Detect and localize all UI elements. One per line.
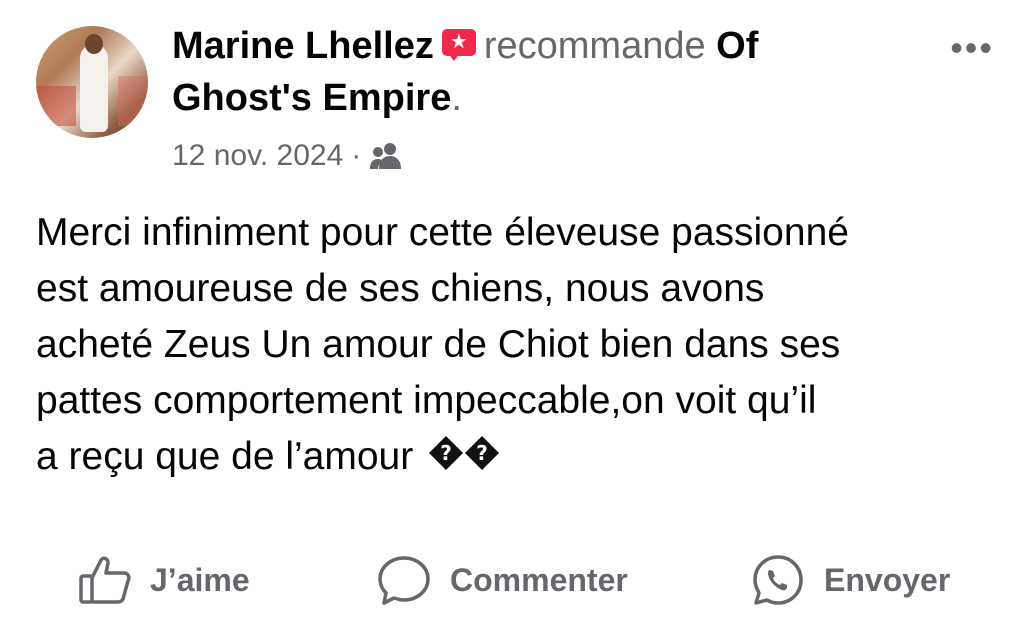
comment-button[interactable]: Commenter bbox=[376, 550, 628, 610]
like-button[interactable]: J’aime bbox=[78, 550, 250, 610]
post-actions-bar: J’aime Commenter Envoyer bbox=[0, 550, 1024, 610]
send-button[interactable]: Envoyer bbox=[750, 550, 950, 610]
post-text-line: acheté Zeus Un amour de Chiot bien dans … bbox=[36, 323, 841, 366]
post-text-line: pattes comportement impeccable,on voit q… bbox=[36, 379, 817, 422]
more-options-icon[interactable]: ••• bbox=[950, 30, 994, 66]
post-card: Marine Lhellez ★ recommande Of Ghost's Emp… bbox=[0, 0, 1024, 639]
avatar-bg-shape bbox=[118, 76, 148, 126]
page-name-line2[interactable]: Ghost's Empire bbox=[172, 77, 451, 119]
svg-text:?: ? bbox=[440, 441, 452, 465]
header-period: . bbox=[451, 77, 462, 119]
action-text: recommande bbox=[483, 25, 706, 67]
thumbs-up-icon bbox=[79, 556, 131, 604]
post-date[interactable]: 12 nov. 2024 bbox=[172, 138, 343, 174]
unknown-glyph-icon: ? bbox=[464, 431, 500, 487]
avatar-figure bbox=[80, 44, 108, 132]
post-text-line: a reçu que de l’amour bbox=[36, 435, 414, 478]
post-body: Merci infiniment pour cette éleveuse pas… bbox=[36, 205, 996, 487]
post-text-line: est amoureuse de ses chiens, nous avons bbox=[36, 267, 765, 310]
comment-bubble-icon bbox=[378, 556, 430, 605]
svg-text:?: ? bbox=[476, 441, 488, 465]
post-meta: 12 nov. 2024 · bbox=[172, 138, 403, 174]
post-header: Marine Lhellez ★ recommande Of Ghost's Emp… bbox=[172, 20, 912, 124]
author-avatar[interactable] bbox=[36, 26, 148, 138]
send-label: Envoyer bbox=[824, 561, 951, 598]
author-name[interactable]: Marine Lhellez bbox=[172, 25, 434, 67]
recommend-star-icon: ★ bbox=[441, 28, 476, 61]
page-name-line1[interactable]: Of bbox=[716, 25, 758, 67]
like-label: J’aime bbox=[150, 561, 250, 598]
avatar-bg-shape bbox=[36, 86, 76, 126]
meta-separator: · bbox=[351, 139, 362, 172]
post-text-line: Merci infiniment pour cette éleveuse pas… bbox=[36, 211, 849, 254]
unknown-glyph-icon: ? bbox=[428, 431, 464, 487]
avatar-head bbox=[85, 34, 103, 54]
post-text-line-last: a reçu que de l’amour ? ? bbox=[36, 429, 996, 487]
comment-label: Commenter bbox=[450, 561, 628, 598]
friends-icon bbox=[369, 141, 403, 171]
whatsapp-icon bbox=[753, 555, 803, 605]
